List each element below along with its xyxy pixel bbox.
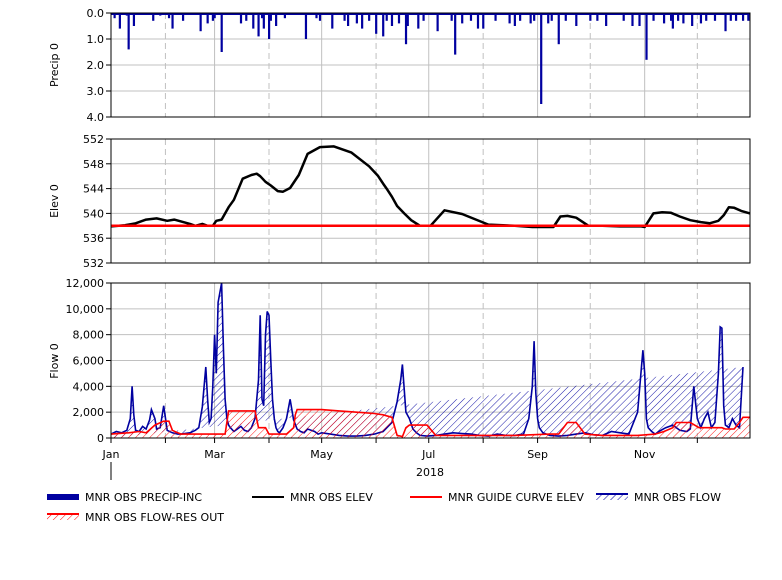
precip-bar (199, 13, 202, 32)
elev-panel: 532 536 540 544 548 552 Elev 0 (48, 133, 751, 270)
y-tick-label: 548 (83, 158, 104, 171)
y-tick-label: 4.0 (87, 111, 105, 124)
precip-bar (171, 13, 174, 29)
obs-elev-line (110, 145, 751, 229)
y-tick-label: 2.0 (87, 59, 105, 72)
precip-bar (482, 13, 485, 29)
flow-ylabel: Flow 0 (48, 343, 61, 379)
x-tick-label: Jul (421, 448, 435, 461)
precip-panel: 0.0 1.0 2.0 3.0 4.0 Precip 0 (48, 7, 751, 124)
precip-ylabel: Precip 0 (48, 43, 61, 87)
precip-yticks: 0.0 1.0 2.0 3.0 4.0 (87, 7, 111, 124)
legend: MNR OBS PRECIP-INC MNR OBS ELEV MNR GUIDE … (47, 491, 721, 524)
precip-bar (436, 13, 439, 32)
precip-bar (127, 13, 130, 50)
precip-bar (331, 13, 334, 29)
y-tick-label: 544 (83, 183, 104, 196)
y-tick-label: 3.0 (87, 85, 105, 98)
precip-grid (111, 12, 750, 118)
y-tick-label: 2,000 (73, 406, 105, 419)
elev-yticks: 532 536 540 544 548 552 (83, 133, 111, 270)
legend-label: MNR OBS PRECIP-INC (85, 491, 202, 504)
precip-bar (220, 13, 223, 52)
y-tick-label: 12,000 (66, 277, 105, 290)
elev-grid (111, 138, 750, 264)
x-tick-label: May (310, 448, 333, 461)
legend-item: MNR OBS ELEV (252, 491, 373, 504)
y-tick-label: 0 (97, 432, 104, 445)
y-tick-label: 10,000 (66, 303, 105, 316)
y-tick-label: 536 (83, 232, 104, 245)
legend-label: MNR OBS FLOW (634, 491, 721, 504)
precip-bar (361, 13, 364, 29)
y-tick-label: 8,000 (73, 329, 105, 342)
precip-bar (118, 13, 121, 29)
legend-item: MNR OBS PRECIP-INC (47, 491, 202, 504)
precip-bar (304, 13, 308, 39)
legend-label: MNR OBS ELEV (290, 491, 373, 504)
x-tick-label: Nov (634, 448, 656, 461)
x-tick-label: Jan (102, 448, 120, 461)
hydrograph-figure: 0.0 1.0 2.0 3.0 4.0 Precip 0 532 536 540 544 548… (47, 7, 751, 524)
precip-bar (382, 13, 385, 37)
legend-item: MNR OBS FLOW-RES OUT (47, 511, 224, 524)
elev-ylabel: Elev 0 (48, 184, 61, 218)
legend-label: MNR GUIDE CURVE ELEV (448, 491, 584, 504)
y-tick-label: 532 (83, 257, 104, 270)
x-tick-label: Mar (204, 448, 225, 461)
y-tick-label: 540 (83, 207, 104, 220)
precip-bar (454, 13, 457, 55)
y-tick-label: 0.0 (87, 7, 105, 20)
legend-swatch (47, 494, 79, 500)
precip-bar (262, 13, 265, 29)
precip-bar (645, 13, 648, 60)
precip-bar (252, 13, 255, 29)
x-year-label: 2018 (416, 466, 444, 479)
precip-bars (111, 13, 750, 104)
legend-item: MNR GUIDE CURVE ELEV (410, 491, 584, 504)
y-tick-label: 6,000 (73, 355, 105, 368)
elev-lines (110, 145, 751, 229)
x-axis: Jan Mar May Jul Sep Nov (102, 438, 698, 461)
precip-bar (257, 13, 260, 37)
precip-bar (417, 13, 420, 29)
precip-bar (557, 13, 560, 45)
precip-bar (476, 13, 480, 29)
x-tick-label: Sep (527, 448, 548, 461)
precip-bar (375, 13, 378, 34)
y-tick-label: 4,000 (73, 380, 105, 393)
legend-item: MNR OBS FLOW (596, 491, 721, 504)
y-tick-label: 552 (83, 133, 104, 146)
flow-yticks: 0 2,000 4,000 6,000 8,000 10,000 12,000 (66, 277, 111, 445)
flow-panel: 0 2,000 4,000 6,000 8,000 10,000 12,000 Flow 0 (48, 277, 751, 445)
precip-bar (540, 13, 543, 104)
precip-bar (724, 13, 727, 32)
precip-bar (671, 13, 674, 29)
elev-frame (110, 138, 751, 264)
legend-label: MNR OBS FLOW-RES OUT (85, 511, 224, 524)
y-tick-label: 1.0 (87, 33, 105, 46)
